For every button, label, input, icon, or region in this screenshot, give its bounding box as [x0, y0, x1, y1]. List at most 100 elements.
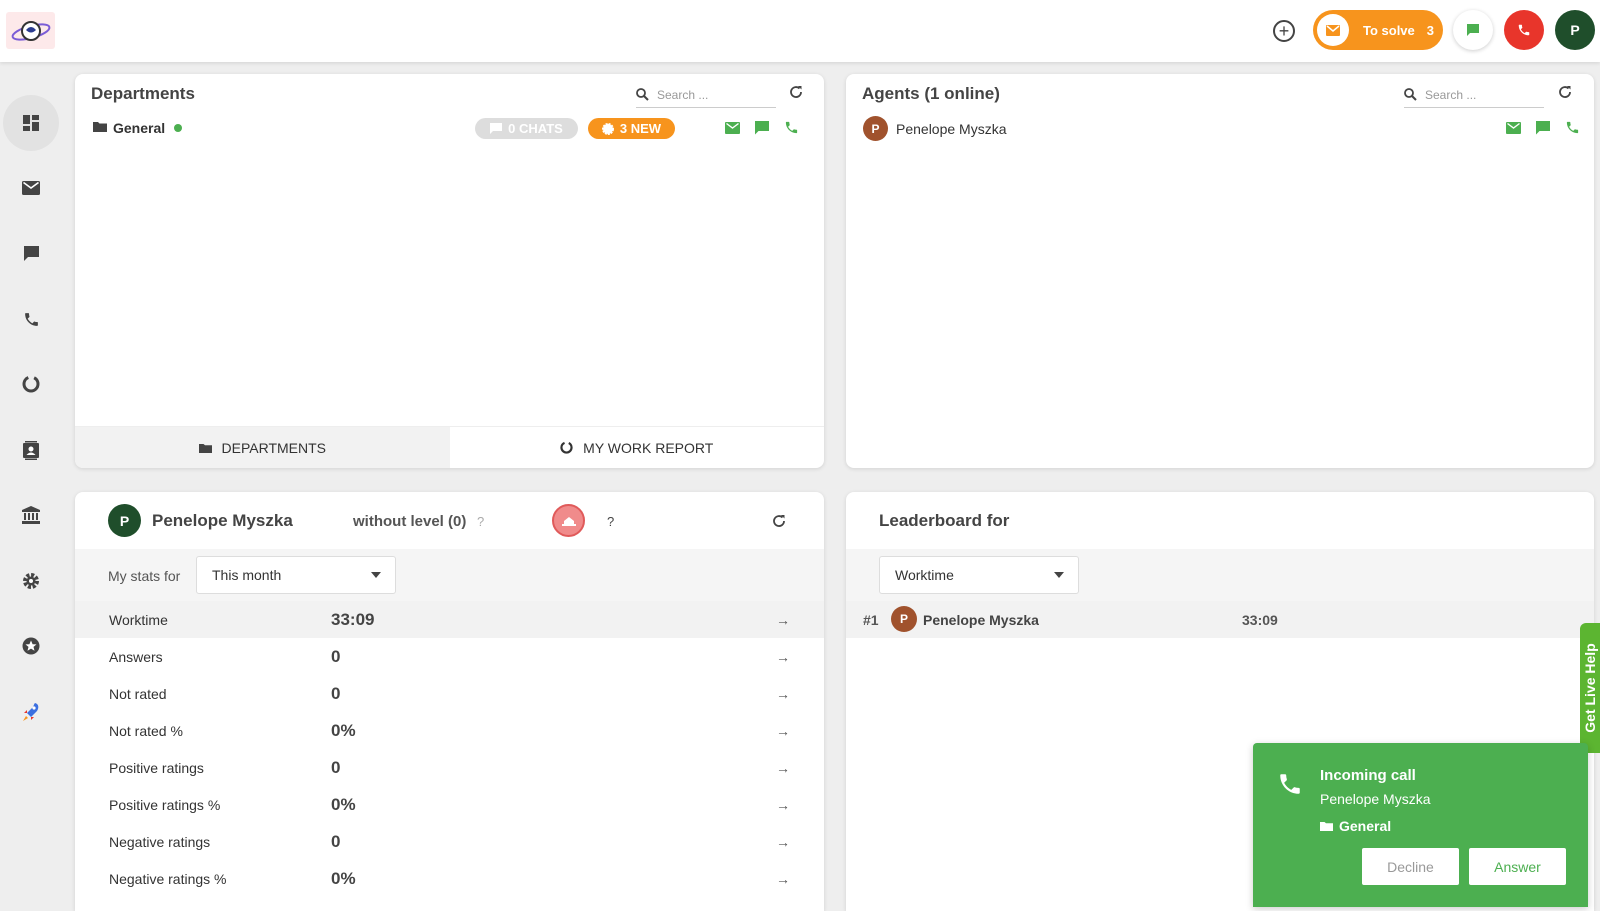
department-row-general[interactable]: General 0 CHATS 3 NEW	[75, 114, 824, 142]
stat-row[interactable]: Negative ratings % 0% →	[75, 860, 824, 897]
stat-name: Worktime	[109, 611, 168, 628]
user-avatar[interactable]: P	[1555, 10, 1595, 50]
chat-icon	[1467, 24, 1479, 36]
to-solve-button[interactable]: To solve 3	[1313, 10, 1443, 50]
sidebar-item-reports[interactable]	[3, 356, 59, 412]
incoming-call-popup: Incoming call Penelope Myszka General De…	[1253, 743, 1588, 907]
report-icon	[560, 441, 573, 454]
chevron-down-icon	[371, 572, 381, 578]
agents-panel: Agents (1 online) Search ... P Penelope …	[846, 74, 1594, 468]
my-stats-panel: P Penelope Myszka without level (0) ? ? …	[75, 492, 824, 911]
email-icon[interactable]	[725, 121, 740, 134]
arrow-right-icon[interactable]: →	[776, 834, 790, 850]
stat-row[interactable]: Worktime 33:09 →	[75, 601, 824, 638]
agents-refresh-button[interactable]	[1558, 85, 1572, 104]
stat-name: Positive ratings	[109, 759, 204, 776]
departments-tabbar: DEPARTMENTS MY WORK REPORT	[75, 426, 824, 468]
sidebar-item-chat[interactable]	[3, 225, 59, 281]
stats-period-value: This month	[212, 567, 282, 583]
stat-name: Not rated	[109, 685, 167, 702]
chat-icon[interactable]	[755, 120, 769, 135]
departments-search-input[interactable]: Search ...	[636, 82, 776, 108]
stats-level: without level (0)	[353, 513, 467, 530]
contacts-icon	[23, 440, 39, 460]
chat-status-button[interactable]	[1453, 10, 1493, 50]
agent-row[interactable]: P Penelope Myszka	[846, 114, 1594, 144]
stat-row[interactable]: Positive ratings % 0% →	[75, 786, 824, 823]
level-badge-icon[interactable]	[552, 504, 585, 537]
stat-row[interactable]: Answers 0 →	[75, 638, 824, 675]
arrow-right-icon[interactable]: →	[776, 649, 790, 665]
leaderboard-row[interactable]: #1 P Penelope Myszka 33:09	[846, 601, 1594, 638]
stat-name: Negative ratings %	[109, 870, 227, 887]
stat-value: 0	[331, 831, 341, 851]
stat-value: 33:09	[331, 609, 375, 629]
stat-name: Negative ratings	[109, 833, 211, 850]
settings-icon	[23, 573, 39, 589]
sidebar-item-getting-started[interactable]	[3, 684, 59, 740]
arrow-right-icon[interactable]: →	[776, 797, 790, 813]
chat-icon	[490, 122, 503, 134]
top-bar: + To solve 3 P	[0, 0, 1600, 62]
tab-departments[interactable]: DEPARTMENTS	[75, 427, 450, 468]
to-solve-count: 3	[1426, 22, 1435, 38]
app-logo[interactable]	[6, 12, 55, 49]
sidebar-item-dashboard[interactable]	[3, 95, 59, 151]
sidebar-item-email[interactable]	[3, 160, 59, 216]
tab-my-work-report-label: MY WORK REPORT	[583, 439, 714, 456]
stat-row[interactable]: Not rated 0 →	[75, 675, 824, 712]
sidebar-item-company[interactable]	[3, 487, 59, 543]
stats-period-select[interactable]: This month	[196, 556, 396, 594]
stat-value: 0%	[331, 868, 356, 888]
agents-search-input[interactable]: Search ...	[1404, 82, 1544, 108]
refresh-icon	[1559, 86, 1571, 98]
incoming-department: General	[1320, 818, 1391, 834]
chat-icon[interactable]	[1536, 120, 1550, 135]
refresh-icon	[790, 86, 802, 98]
chats-badge: 0 CHATS	[475, 118, 578, 139]
stats-user-avatar: P	[108, 504, 141, 537]
badge-help-icon[interactable]: ?	[607, 514, 614, 529]
stat-name: Answers	[109, 648, 163, 665]
folder-icon	[93, 122, 107, 132]
call-status-button[interactable]	[1504, 10, 1544, 50]
arrow-right-icon[interactable]: →	[776, 760, 790, 776]
leaderboard-filter-bar: Worktime	[846, 549, 1594, 601]
tab-my-work-report[interactable]: MY WORK REPORT	[450, 427, 825, 468]
phone-icon	[1280, 774, 1300, 794]
departments-refresh-button[interactable]	[789, 85, 803, 104]
rocket-icon	[23, 703, 39, 721]
stat-row[interactable]: Negative ratings 0 →	[75, 823, 824, 860]
arrow-right-icon[interactable]: →	[776, 871, 790, 887]
agents-search-placeholder: Search ...	[1425, 87, 1477, 102]
stat-value: 0	[331, 646, 341, 666]
dashboard-icon	[23, 115, 39, 131]
stat-row[interactable]: Not rated % 0% →	[75, 712, 824, 749]
leaderboard-name: Penelope Myszka	[923, 612, 1039, 628]
email-icon[interactable]	[1506, 121, 1521, 134]
level-help-icon[interactable]: ?	[477, 514, 484, 529]
leaderboard-metric-select[interactable]: Worktime	[879, 556, 1079, 594]
stats-refresh-button[interactable]	[772, 514, 786, 533]
arrow-right-icon[interactable]: →	[776, 612, 790, 628]
arrow-right-icon[interactable]: →	[776, 723, 790, 739]
refresh-icon	[773, 515, 785, 527]
stat-value: 0	[331, 683, 341, 703]
stat-row[interactable]: Positive ratings 0 →	[75, 749, 824, 786]
agent-actions	[1506, 120, 1580, 135]
get-live-help-tab[interactable]: Get Live Help	[1580, 623, 1600, 753]
phone-icon[interactable]	[784, 120, 799, 135]
decline-button[interactable]: Decline	[1362, 848, 1459, 885]
answer-button[interactable]: Answer	[1469, 848, 1566, 885]
sidebar-item-rating[interactable]	[3, 618, 59, 674]
stat-value: 0%	[331, 794, 356, 814]
phone-icon[interactable]	[1565, 120, 1580, 135]
sidebar-item-calls[interactable]	[3, 291, 59, 347]
stat-name: Positive ratings %	[109, 796, 221, 813]
add-icon[interactable]: +	[1273, 20, 1295, 42]
sidebar-item-settings[interactable]	[3, 553, 59, 609]
leaderboard-metric-value: Worktime	[895, 567, 954, 583]
arrow-right-icon[interactable]: →	[776, 686, 790, 702]
sidebar-item-contacts[interactable]	[3, 422, 59, 478]
agent-avatar: P	[863, 116, 888, 141]
